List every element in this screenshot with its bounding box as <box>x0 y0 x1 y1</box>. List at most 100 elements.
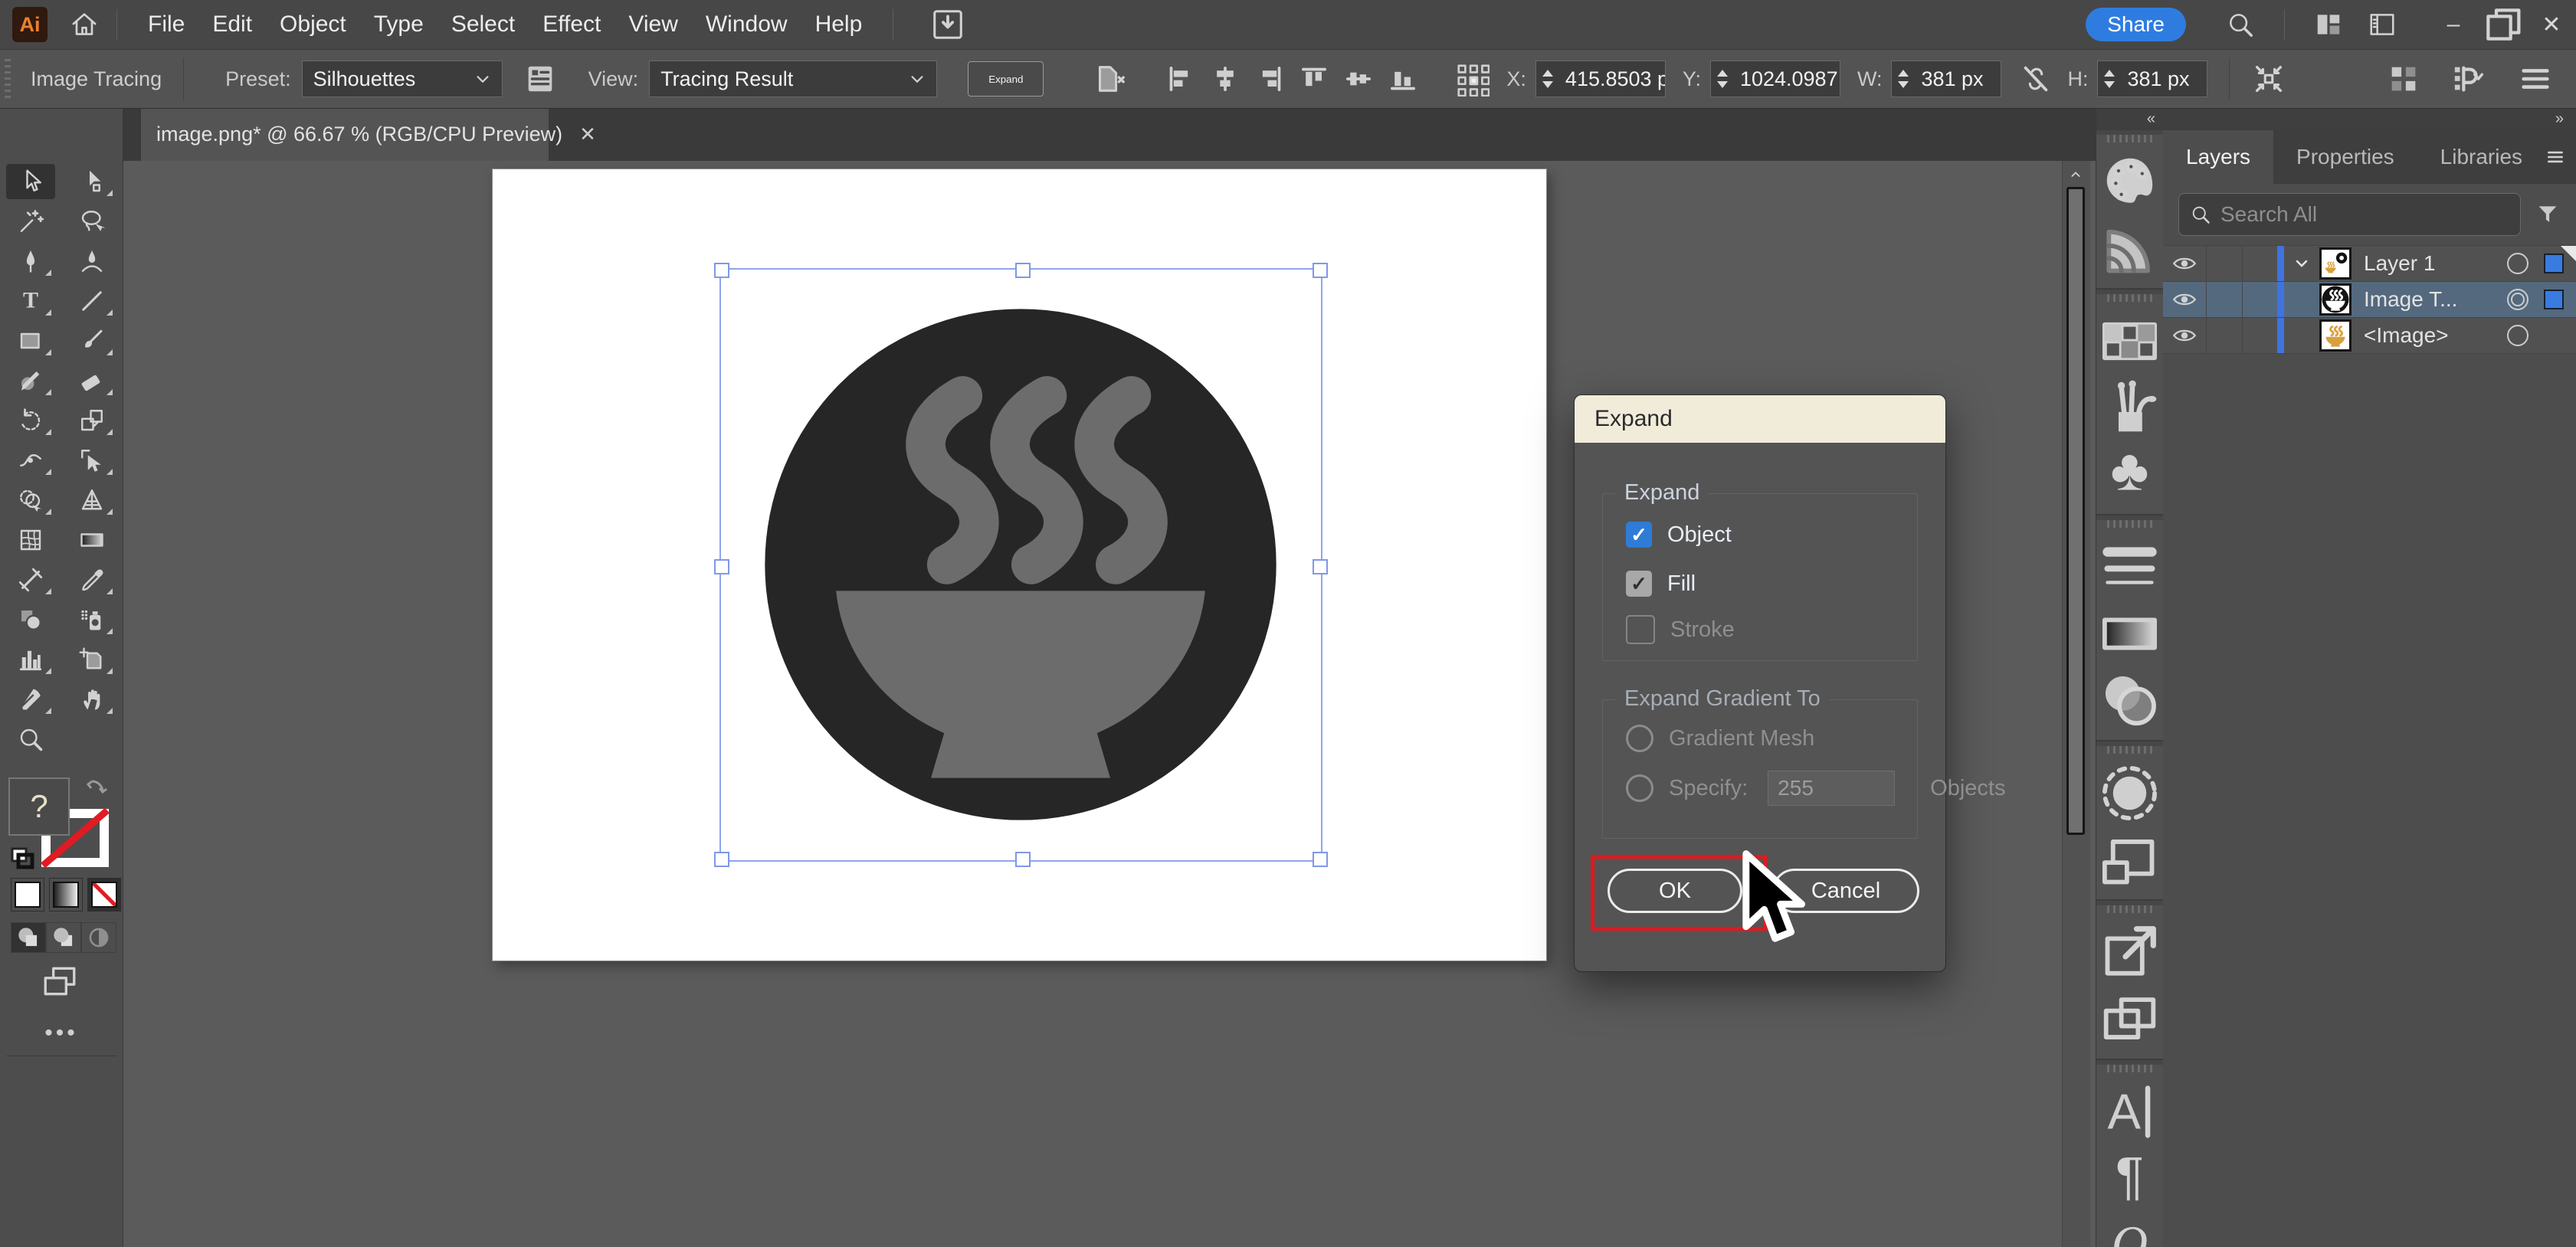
gradient-tool[interactable] <box>67 522 116 558</box>
workspace-switcher-icon[interactable] <box>2368 10 2397 39</box>
layer-row-image-t-[interactable]: Image T... <box>2163 282 2576 318</box>
artboards-panel-icon[interactable] <box>2096 986 2163 1052</box>
gradient-mesh-radio[interactable] <box>1626 725 1653 752</box>
close-tab-icon[interactable]: ✕ <box>579 123 596 146</box>
w-value[interactable]: 381 px <box>1915 67 2001 91</box>
menu-item-help[interactable]: Help <box>801 0 877 49</box>
fill-white-button[interactable] <box>11 878 44 912</box>
gradient-panel-icon[interactable] <box>2096 601 2163 667</box>
x-value[interactable]: 415.8503 px <box>1559 67 1665 91</box>
share-button[interactable]: Share <box>2086 8 2186 41</box>
menu-item-file[interactable]: File <box>134 0 198 49</box>
specify-radio-row[interactable]: Specify: 255 Objects <box>1626 771 2006 806</box>
image-trace-panel-icon[interactable] <box>523 61 558 97</box>
align-center-h-icon[interactable] <box>1210 64 1240 94</box>
panel-group-grip[interactable] <box>2107 135 2152 142</box>
shaper-tool[interactable] <box>6 363 55 398</box>
target-circle-icon[interactable] <box>2507 253 2528 274</box>
lock-toggle-cell[interactable] <box>2207 246 2243 281</box>
panel-menu-icon[interactable] <box>2518 61 2553 97</box>
align-middle-v-icon[interactable] <box>1343 64 1374 94</box>
close-button[interactable]: ✕ <box>2527 0 2576 49</box>
menu-item-select[interactable]: Select <box>438 0 529 49</box>
target-circle-icon[interactable] <box>2507 289 2528 310</box>
x-field[interactable]: 415.8503 px <box>1535 61 1666 97</box>
stepper-icon[interactable] <box>1711 70 1734 88</box>
selection-handle[interactable] <box>1313 852 1328 867</box>
eraser-tool[interactable] <box>67 363 116 398</box>
dialog-title[interactable]: Expand <box>1575 395 1945 443</box>
tab-libraries[interactable]: Libraries <box>2417 130 2545 184</box>
fill-checkbox[interactable]: ✓ <box>1626 571 1652 597</box>
menu-item-edit[interactable]: Edit <box>198 0 266 49</box>
layer-thumbnail[interactable] <box>2319 247 2352 280</box>
gradient-mesh-radio-row[interactable]: Gradient Mesh <box>1626 725 1814 752</box>
specify-input[interactable]: 255 <box>1768 771 1895 806</box>
scroll-up-icon[interactable] <box>2068 169 2083 181</box>
panel-group-grip[interactable] <box>2107 746 2152 754</box>
selection-handle[interactable] <box>1015 263 1031 278</box>
export-panel-icon[interactable] <box>2096 919 2163 986</box>
object-checkbox-row[interactable]: ✓ Object <box>1626 522 1732 548</box>
object-checkbox[interactable]: ✓ <box>1626 522 1652 548</box>
transparency-panel-icon[interactable] <box>2096 667 2163 734</box>
appearance-panel-icon[interactable] <box>2096 760 2163 826</box>
illustrator-logo-icon[interactable]: Ai <box>12 7 48 42</box>
panel-menu-icon[interactable] <box>2545 142 2565 172</box>
specify-radio[interactable] <box>1626 774 1653 802</box>
menu-item-effect[interactable]: Effect <box>529 0 615 49</box>
arrange-documents-icon[interactable] <box>2314 10 2343 39</box>
mesh-tool[interactable] <box>6 522 55 558</box>
tab-layers[interactable]: Layers <box>2163 130 2273 184</box>
character-panel-icon[interactable]: A <box>2096 1078 2163 1145</box>
align-right-icon[interactable] <box>1254 64 1285 94</box>
link-dimensions-icon[interactable] <box>2018 61 2053 97</box>
selection-tool[interactable] <box>6 164 55 199</box>
stroke-checkbox[interactable] <box>1626 615 1655 644</box>
eyedropper-tool[interactable] <box>67 562 116 597</box>
vertical-scrollbar[interactable] <box>2062 161 2090 1247</box>
stepper-icon[interactable] <box>1536 70 1559 88</box>
menu-item-window[interactable]: Window <box>692 0 801 49</box>
curvature-tool[interactable] <box>67 244 116 279</box>
menu-item-type[interactable]: Type <box>360 0 438 49</box>
hand-tool[interactable] <box>67 682 116 717</box>
type-tool[interactable]: T <box>6 283 55 319</box>
rectangle-tool[interactable] <box>6 323 55 358</box>
visibility-eye-icon[interactable] <box>2163 282 2207 317</box>
stepper-icon[interactable] <box>1892 70 1915 88</box>
selection-handle[interactable] <box>1313 263 1328 278</box>
properties-toggle-icon[interactable] <box>2441 61 2498 97</box>
selection-handle[interactable] <box>714 852 729 867</box>
expand-button[interactable]: Expand <box>968 61 1044 97</box>
h-field[interactable]: 381 px <box>2097 61 2207 97</box>
rotate-tool[interactable] <box>6 403 55 438</box>
traced-soup-icon-artwork[interactable] <box>757 301 1284 828</box>
fill-stroke-indicator[interactable]: ? <box>6 775 116 875</box>
layer-thumbnail[interactable] <box>2319 283 2352 316</box>
selection-proxy-square[interactable] <box>2544 290 2564 309</box>
align-bottom-icon[interactable] <box>1388 64 1418 94</box>
fill-none-button[interactable] <box>87 878 121 912</box>
layer-thumbnail[interactable] <box>2319 319 2352 352</box>
y-value[interactable]: 1024.0987 <box>1734 67 1840 91</box>
graphic-styles-panel-icon[interactable] <box>2096 826 2163 893</box>
panel-group-grip[interactable] <box>2107 1065 2152 1072</box>
align-top-icon[interactable] <box>1299 64 1329 94</box>
layer-name[interactable]: Image T... <box>2364 287 2457 312</box>
selection-handle[interactable] <box>714 263 729 278</box>
shape-builder-tool[interactable] <box>6 483 55 518</box>
document-tab[interactable]: image.png* @ 66.67 % (RGB/CPU Preview) ✕ <box>141 107 549 161</box>
draw-behind-icon[interactable] <box>46 922 81 953</box>
direct-selection-tool[interactable] <box>67 164 116 199</box>
selection-handle[interactable] <box>1015 852 1031 867</box>
artboard-tool[interactable] <box>67 642 116 677</box>
free-transform-tool[interactable] <box>67 443 116 478</box>
magic-wand-tool[interactable] <box>6 204 55 239</box>
pen-tool[interactable] <box>6 244 55 279</box>
reference-point-icon[interactable] <box>1454 61 1490 97</box>
selection-handle[interactable] <box>1313 559 1328 574</box>
zoom-tool[interactable] <box>6 722 55 757</box>
isolate-icon[interactable] <box>2386 61 2421 97</box>
slice-tool[interactable] <box>6 682 55 717</box>
